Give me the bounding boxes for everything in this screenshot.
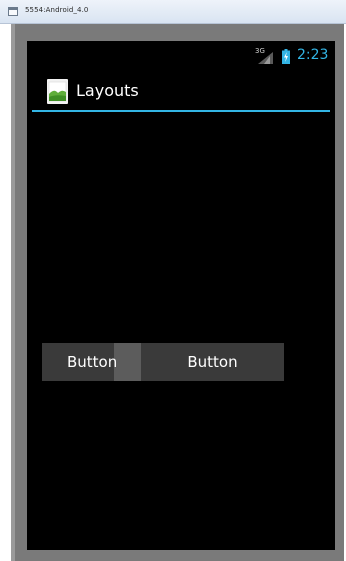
app-title: Layouts [76,81,139,100]
button-1[interactable]: Button [42,343,117,381]
window-title-bar: 5554:Android_4.0 [0,0,346,24]
window-title: 5554:Android_4.0 [25,6,89,14]
emulator-frame-edge [11,24,15,561]
status-bar: 3G 2:23 [27,41,335,70]
button-overlap-region [114,343,141,381]
button-2[interactable]: Button [141,343,284,381]
device-screen: 3G 2:23 Layouts Button Button [27,41,335,550]
window-icon [8,7,18,16]
emulator-page: 5554:Android_4.0 3G 2:23 Layouts Button … [0,0,346,561]
layout-content: Button Button [27,112,335,550]
status-clock: 2:23 [297,47,329,63]
signal-strength-icon [258,52,273,64]
action-bar: Layouts [27,70,335,110]
android-app-icon[interactable] [47,79,68,104]
battery-charging-icon [282,49,290,64]
